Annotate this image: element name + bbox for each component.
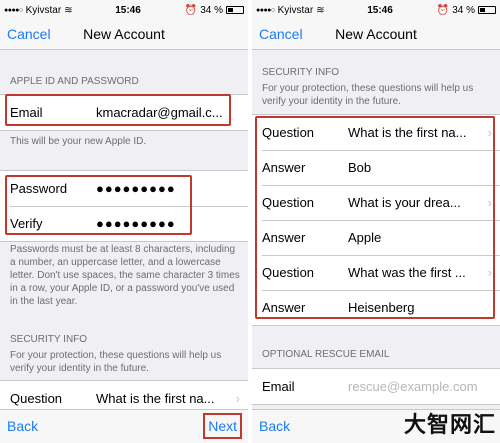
page-title: New Account bbox=[335, 26, 417, 42]
back-button[interactable]: Back bbox=[7, 418, 38, 434]
page-title: New Account bbox=[83, 26, 165, 42]
security-highlight bbox=[255, 116, 495, 319]
status-time: 15:46 bbox=[115, 4, 141, 16]
rescue-header: OPTIONAL RESCUE EMAIL bbox=[262, 349, 390, 360]
question-value: What is the first na... bbox=[96, 391, 215, 406]
security-note: For your protection, these questions wil… bbox=[262, 83, 474, 107]
rescue-email-field[interactable]: rescue@example.com bbox=[348, 379, 500, 394]
rescue-email-label: Email bbox=[262, 379, 295, 394]
next-button[interactable]: Next bbox=[203, 413, 242, 439]
signal-icon: ●●●●○ bbox=[4, 6, 23, 14]
carrier-label: Kyivstar bbox=[277, 4, 314, 16]
back-button[interactable]: Back bbox=[259, 418, 290, 434]
carrier-label: Kyivstar bbox=[25, 4, 62, 16]
battery-label: 34 % bbox=[452, 4, 475, 16]
battery-label: 34 % bbox=[200, 4, 223, 16]
alarm-icon: ⏰ bbox=[436, 4, 450, 16]
email-highlight bbox=[5, 94, 231, 126]
status-bar: ●●●●○ Kyivstar ≋ 15:46 ⏰ 34 % bbox=[252, 0, 500, 20]
alarm-icon: ⏰ bbox=[184, 4, 198, 16]
security-header: SECURITY INFO bbox=[10, 334, 88, 345]
wifi-icon: ≋ bbox=[64, 4, 73, 16]
nav-bar: Cancel New Account bbox=[0, 20, 248, 50]
battery-icon bbox=[226, 6, 244, 14]
nav-bar: Cancel New Account bbox=[252, 20, 500, 50]
rescue-group: Email rescue@example.com bbox=[252, 368, 500, 405]
question-label: Question bbox=[10, 391, 63, 406]
battery-icon bbox=[478, 6, 496, 14]
right-screen: ●●●●○ Kyivstar ≋ 15:46 ⏰ 34 % Cancel New… bbox=[252, 0, 500, 443]
apple-id-header: APPLE ID AND PASSWORD bbox=[10, 76, 139, 87]
password-highlight bbox=[5, 175, 192, 235]
rescue-email-row[interactable]: Email rescue@example.com bbox=[252, 369, 500, 404]
password-note: Passwords must be at least 8 characters,… bbox=[10, 244, 240, 307]
status-time: 15:46 bbox=[367, 4, 393, 16]
toolbar: Back Next bbox=[0, 409, 248, 443]
chevron-right-icon: › bbox=[235, 391, 240, 406]
status-bar: ●●●●○ Kyivstar ≋ 15:46 ⏰ 34 % bbox=[0, 0, 248, 20]
security-header: SECURITY INFO bbox=[262, 67, 340, 78]
wifi-icon: ≋ bbox=[316, 4, 325, 16]
signal-icon: ●●●●○ bbox=[256, 6, 275, 14]
watermark-logo: 大智网汇 bbox=[403, 412, 496, 437]
security-note: For your protection, these questions wil… bbox=[10, 350, 222, 374]
left-screen: ●●●●○ Kyivstar ≋ 15:46 ⏰ 34 % Cancel New… bbox=[0, 0, 248, 443]
email-note: This will be your new Apple ID. bbox=[10, 136, 147, 147]
